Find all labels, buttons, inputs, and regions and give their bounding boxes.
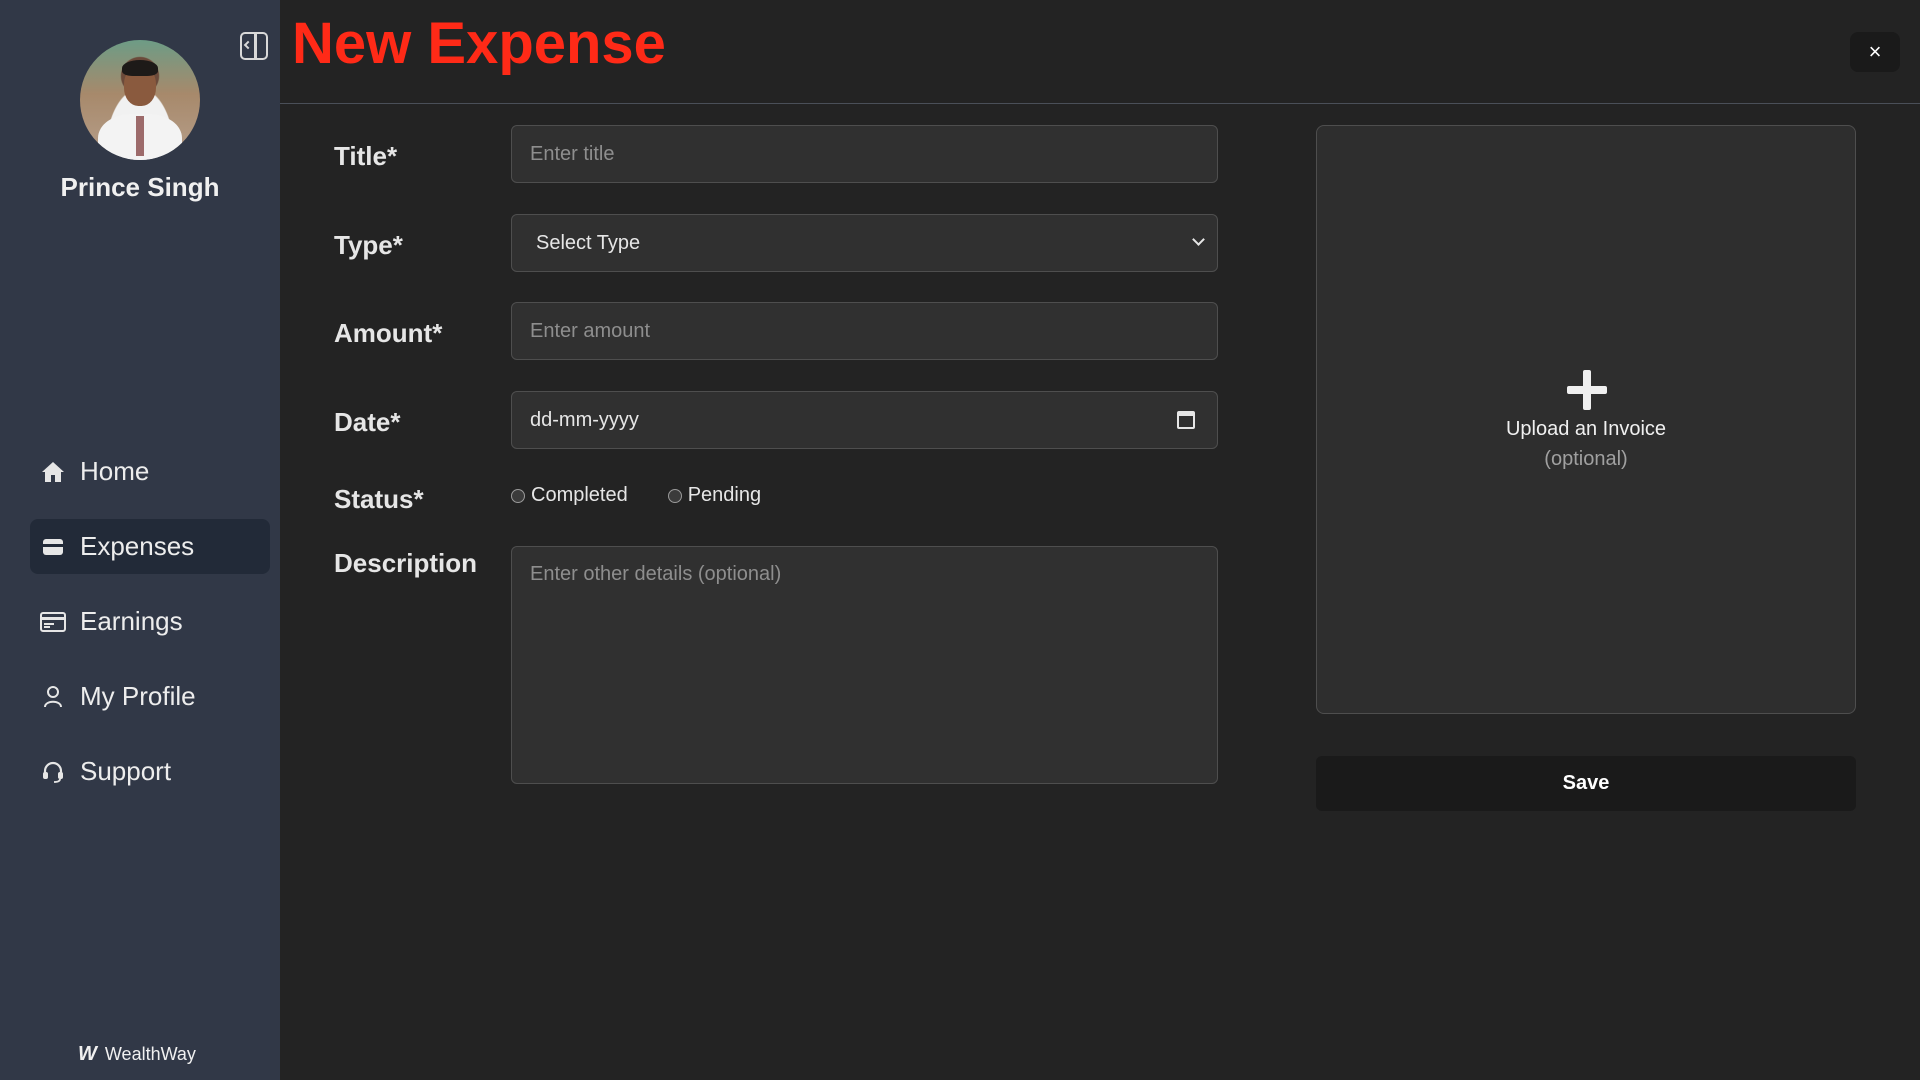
upload-label: Upload an Invoice bbox=[1505, 418, 1667, 440]
type-select-value: Select Type bbox=[536, 231, 641, 254]
brand-name: WealthWay bbox=[104, 1044, 196, 1064]
status-completed-radio[interactable]: Completed bbox=[511, 484, 628, 507]
sidebar-item-earnings[interactable]: Earnings bbox=[30, 594, 270, 649]
calendar-icon[interactable] bbox=[1177, 411, 1195, 429]
sidebar-collapse-icon[interactable] bbox=[240, 32, 268, 60]
wallet-icon bbox=[40, 534, 66, 560]
title-input[interactable]: Enter title bbox=[511, 125, 1218, 183]
card-icon bbox=[40, 609, 66, 635]
headset-icon bbox=[40, 759, 66, 785]
avatar bbox=[80, 40, 200, 160]
save-button[interactable]: Save bbox=[1316, 756, 1856, 811]
upload-optional-note: (optional) bbox=[1544, 448, 1628, 470]
sidebar-item-label: My Profile bbox=[80, 681, 196, 711]
radio-label: Pending bbox=[687, 484, 762, 506]
description-textarea[interactable]: Enter other details (optional) bbox=[511, 546, 1218, 784]
brand: W WealthWay bbox=[78, 1043, 196, 1066]
sidebar-item-support[interactable]: Support bbox=[30, 744, 270, 799]
date-label: Date* bbox=[334, 407, 401, 437]
sidebar-item-home[interactable]: Home bbox=[30, 444, 270, 499]
description-placeholder: Enter other details (optional) bbox=[530, 563, 782, 585]
date-input[interactable]: dd-mm-yyyy bbox=[511, 391, 1218, 449]
amount-placeholder: Enter amount bbox=[530, 319, 651, 342]
header: New Expense × bbox=[280, 0, 1920, 104]
radio-circle[interactable] bbox=[667, 488, 682, 503]
date-value: dd-mm-yyyy bbox=[530, 408, 639, 431]
wealthway-logo-icon: W bbox=[78, 1043, 97, 1065]
chevron-down-icon bbox=[1192, 233, 1205, 246]
close-icon: × bbox=[1868, 39, 1882, 64]
status-label: Status* bbox=[334, 484, 424, 514]
radio-circle[interactable] bbox=[511, 488, 525, 503]
home-icon bbox=[40, 459, 66, 485]
sidebar-nav: Home Expenses Earnings My Profile Suppor… bbox=[30, 444, 270, 819]
plus-icon bbox=[1567, 370, 1607, 410]
close-button[interactable]: × bbox=[1850, 32, 1900, 72]
sidebar-item-expenses[interactable]: Expenses bbox=[30, 519, 270, 574]
type-select[interactable]: Select Type bbox=[511, 214, 1218, 272]
person-icon bbox=[40, 684, 66, 710]
status-pending-radio[interactable]: Pending bbox=[667, 484, 762, 507]
sidebar-item-label: Support bbox=[80, 756, 172, 786]
page-title: New Expense bbox=[292, 11, 666, 76]
sidebar-item-label: Home bbox=[80, 456, 150, 486]
invoice-upload-area[interactable]: Upload an Invoice (optional) bbox=[1316, 125, 1856, 714]
user-name: Prince Singh bbox=[60, 172, 220, 202]
amount-label: Amount* bbox=[334, 318, 443, 348]
title-label: Title* bbox=[334, 141, 398, 171]
sidebar: Prince Singh Home Expenses Earnings My P… bbox=[0, 0, 280, 1080]
sidebar-item-label: Expenses bbox=[80, 531, 195, 561]
description-label: Description bbox=[334, 548, 478, 578]
amount-input[interactable]: Enter amount bbox=[511, 302, 1218, 360]
type-label: Type* bbox=[334, 230, 403, 260]
radio-label: Completed bbox=[531, 484, 628, 506]
status-radio-group: Completed Pending bbox=[511, 484, 801, 507]
sidebar-item-label: Earnings bbox=[80, 606, 183, 636]
title-placeholder: Enter title bbox=[530, 142, 615, 165]
sidebar-item-my-profile[interactable]: My Profile bbox=[30, 669, 270, 724]
